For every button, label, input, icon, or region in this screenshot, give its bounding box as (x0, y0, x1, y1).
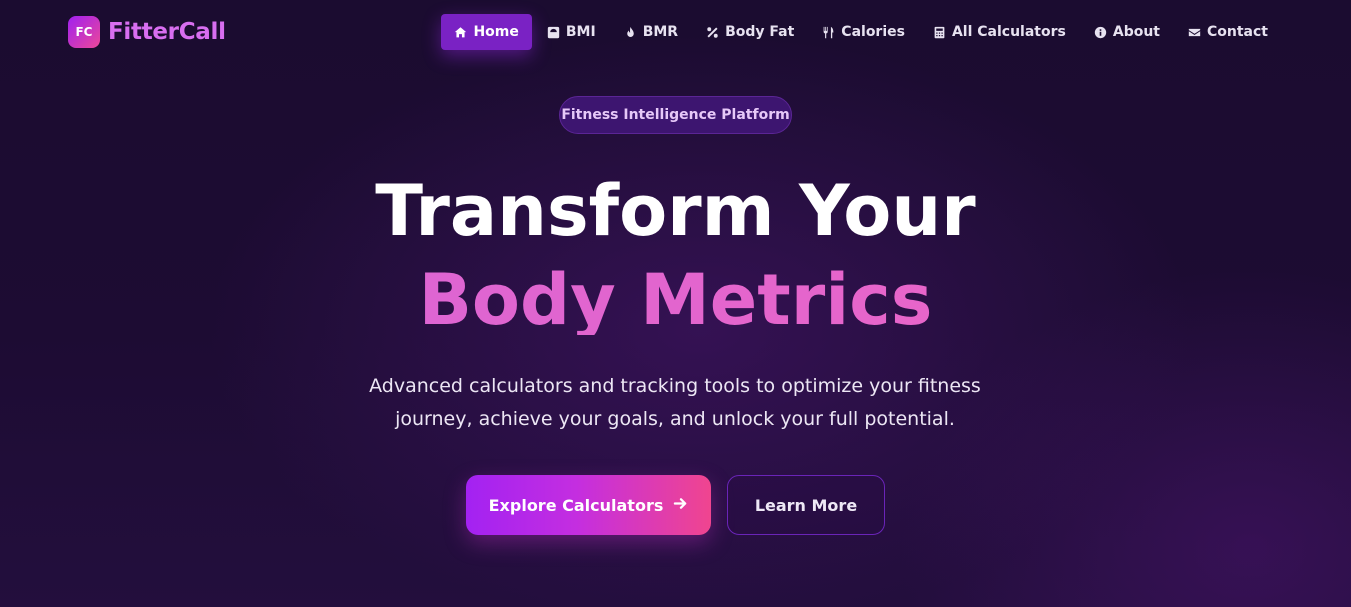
hero-subtitle-line-2: journey, achieve your goals, and unlock … (395, 408, 955, 430)
fire-icon (624, 26, 637, 39)
nav-item-label: Contact (1207, 24, 1268, 40)
nav-item-label: Body Fat (725, 24, 795, 40)
arrow-right-icon (673, 496, 688, 515)
hero-subtitle: Advanced calculators and tracking tools … (325, 370, 1025, 436)
percent-icon (706, 26, 719, 39)
nav-item-bmi[interactable]: BMI (534, 14, 609, 50)
nav-item-all-calculators[interactable]: All Calculators (920, 14, 1079, 50)
learn-more-label: Learn More (754, 495, 858, 515)
nav-item-bmr[interactable]: BMR (611, 14, 691, 50)
home-icon (454, 26, 467, 39)
envelope-icon (1188, 26, 1201, 39)
scale-icon (547, 26, 560, 39)
brand-badge: FC (68, 16, 100, 48)
explore-calculators-label: Explore Calculators (488, 495, 664, 515)
nav-item-label: BMR (642, 24, 679, 40)
hero-title-line-1: Transform Your (375, 170, 976, 252)
nav-item-label: BMI (565, 24, 596, 40)
nav-item-contact[interactable]: Contact (1175, 14, 1281, 50)
info-icon (1094, 26, 1107, 39)
nav-menu: Home BMI BMR Body Fat Calories All Calcu… (441, 14, 1281, 50)
brand-logo[interactable]: FC FitterCall (68, 16, 226, 48)
nav-item-label: Home (473, 24, 519, 40)
learn-more-button[interactable]: Learn More (727, 475, 885, 535)
top-navbar: FC FitterCall Home BMI BMR Body Fat Calo… (0, 0, 1351, 64)
brand-name: FitterCall (108, 19, 226, 45)
utensils-icon (822, 26, 835, 39)
nav-item-label: All Calculators (951, 24, 1066, 40)
hero-badge: Fitness Intelligence Platform (559, 96, 792, 134)
nav-item-label: Calories (841, 24, 905, 40)
nav-item-home[interactable]: Home (441, 14, 532, 50)
nav-item-body-fat[interactable]: Body Fat (693, 14, 807, 50)
explore-calculators-button[interactable]: Explore Calculators (466, 475, 711, 535)
hero-title-line-2: Body Metrics (0, 265, 1351, 335)
nav-item-calories[interactable]: Calories (809, 14, 918, 50)
hero-subtitle-line-1: Advanced calculators and tracking tools … (369, 375, 981, 397)
nav-item-label: About (1112, 24, 1160, 40)
nav-item-about[interactable]: About (1081, 14, 1173, 50)
calculator-icon (933, 26, 946, 39)
